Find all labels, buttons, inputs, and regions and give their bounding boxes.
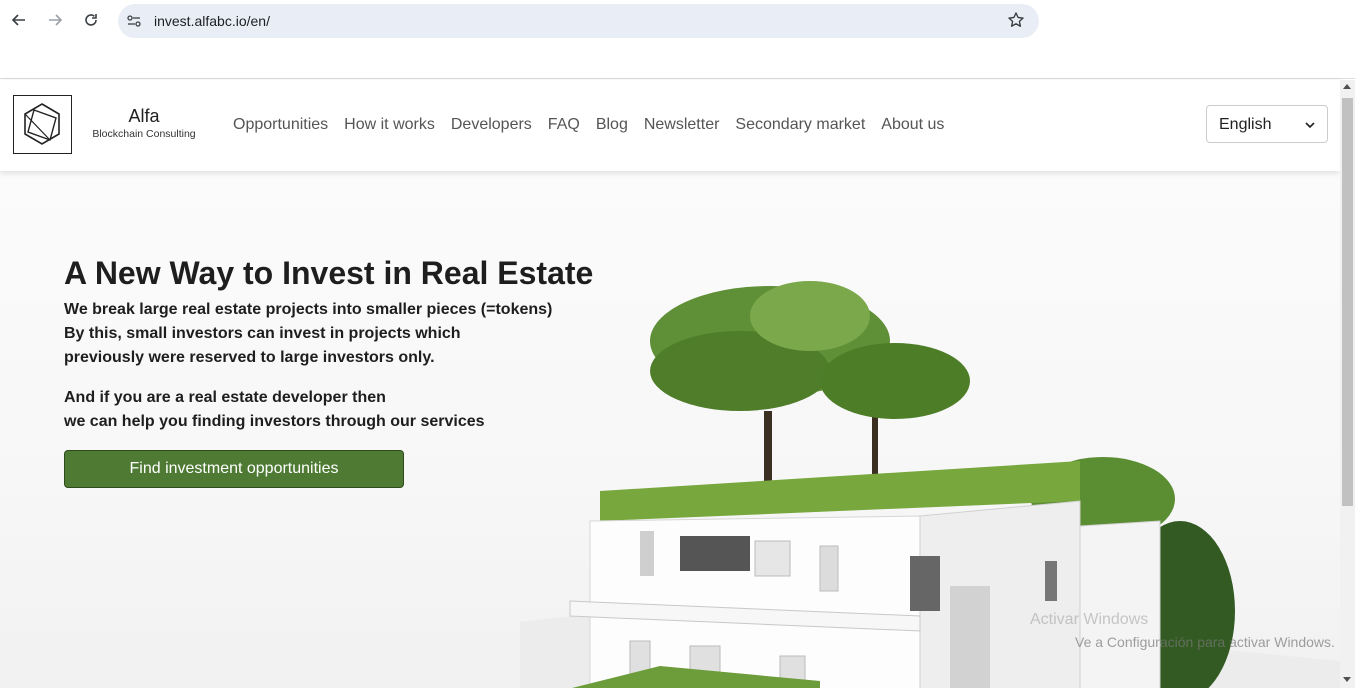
forward-button[interactable] <box>44 9 66 31</box>
nav-opportunities[interactable]: Opportunities <box>233 116 328 134</box>
activate-windows-text: Ve a Configuración para activar Windows. <box>1075 634 1335 650</box>
chevron-down-icon <box>1305 122 1315 129</box>
brand-subtitle: Blockchain Consulting <box>92 128 196 140</box>
hero-text-line-4: And if you are a real estate developer t… <box>64 389 386 406</box>
nav-blog[interactable]: Blog <box>596 116 628 134</box>
hero-text-line-1: We break large real estate projects into… <box>64 301 553 318</box>
hero-section: A New Way to Invest in Real Estate We br… <box>0 171 1340 688</box>
arrow-left-icon <box>11 14 25 26</box>
site-info-icon[interactable] <box>126 13 142 29</box>
reload-button[interactable] <box>80 9 102 31</box>
nav-developers[interactable]: Developers <box>451 116 532 134</box>
nav-how-it-works[interactable]: How it works <box>344 116 435 134</box>
browser-toolbar: invest.alfabc.io/en/ <box>0 0 1355 79</box>
hexagon-cube-logo-icon <box>24 103 60 145</box>
site-header: Alfa Blockchain Consulting Opportunities… <box>0 80 1340 171</box>
activate-windows-title: Activar Windows <box>1030 611 1149 628</box>
language-selected: English <box>1219 116 1272 133</box>
url-text[interactable]: invest.alfabc.io/en/ <box>154 13 270 29</box>
nav-secondary-market[interactable]: Secondary market <box>735 116 865 134</box>
hero-text-line-5: we can help you finding investors throug… <box>64 413 485 430</box>
brand-name[interactable]: Alfa <box>89 106 199 127</box>
hero-text-line-2: By this, small investors can invest in p… <box>64 325 461 342</box>
address-bar[interactable]: invest.alfabc.io/en/ <box>118 4 1039 38</box>
house-with-trees-illustration <box>520 281 1340 688</box>
nav-faq[interactable]: FAQ <box>548 116 580 134</box>
hero-title: A New Way to Invest in Real Estate <box>64 255 594 291</box>
nav-about-us[interactable]: About us <box>881 116 944 134</box>
page-scrollbar[interactable] <box>1340 80 1355 688</box>
bookmark-star-icon[interactable] <box>1007 11 1025 29</box>
arrow-right-icon <box>49 14 63 26</box>
find-investment-opportunities-button[interactable]: Find investment opportunities <box>64 450 404 488</box>
nav-newsletter[interactable]: Newsletter <box>644 116 720 134</box>
scroll-up-arrow-icon[interactable] <box>1343 84 1351 89</box>
main-nav: Opportunities How it works Developers FA… <box>233 116 960 134</box>
alfa-logo[interactable] <box>13 95 72 154</box>
scroll-thumb[interactable] <box>1342 98 1353 506</box>
scroll-down-arrow-icon[interactable] <box>1343 677 1351 682</box>
back-button[interactable] <box>8 9 30 31</box>
reload-icon <box>85 14 97 26</box>
language-select[interactable]: English <box>1206 105 1328 143</box>
hero-text-line-3: previously were reserved to large invest… <box>64 349 435 366</box>
